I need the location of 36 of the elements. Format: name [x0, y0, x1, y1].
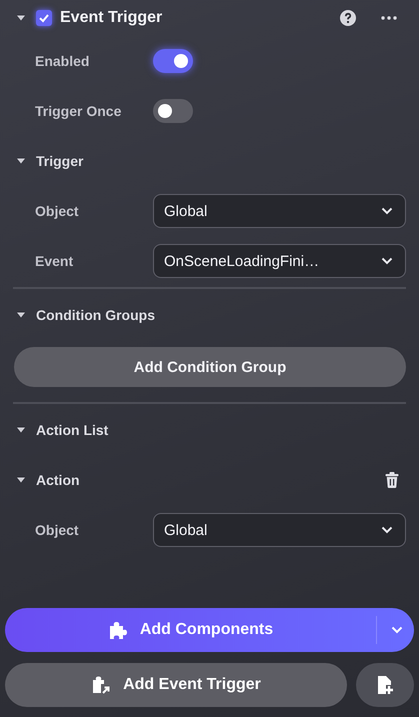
- field-label: Object: [35, 522, 80, 538]
- caret-icon[interactable]: [16, 427, 26, 433]
- component-title: Event Trigger: [60, 9, 162, 27]
- chevron-down-icon: [381, 526, 393, 534]
- caret-icon[interactable]: [16, 158, 26, 164]
- dropdown[interactable]: Global: [153, 513, 406, 547]
- caret-icon[interactable]: [16, 312, 26, 318]
- check-icon: [38, 12, 50, 24]
- puzzle-arrow-icon: [91, 675, 112, 695]
- section-title: Action: [36, 472, 80, 488]
- chevron-down-icon[interactable]: [391, 626, 403, 634]
- section-title: Action List: [36, 422, 108, 438]
- field-label: Object: [35, 203, 80, 219]
- field-label: Event: [35, 253, 74, 269]
- checkbox[interactable]: [36, 10, 52, 26]
- add-event-trigger-button[interactable]: Add Event Trigger: [5, 663, 347, 707]
- add-condition-group-button[interactable]: Add Condition Group: [14, 347, 406, 387]
- property-label: Trigger Once: [35, 103, 122, 119]
- dropdown[interactable]: OnSceneLoadingFini…: [153, 244, 406, 278]
- new-file-button[interactable]: [356, 663, 414, 707]
- puzzle-icon: [108, 620, 128, 640]
- toggle-switch[interactable]: [153, 49, 193, 73]
- chevron-down-icon: [381, 257, 393, 265]
- chevron-down-icon: [381, 207, 393, 215]
- section-title: Trigger: [36, 153, 84, 169]
- more-icon[interactable]: [381, 16, 397, 20]
- help-icon[interactable]: [340, 10, 356, 26]
- add-components-button[interactable]: Add Components: [5, 608, 414, 652]
- section-title: Condition Groups: [36, 307, 155, 323]
- toggle-switch[interactable]: [153, 99, 193, 123]
- trash-icon[interactable]: [385, 472, 399, 488]
- dropdown[interactable]: Global: [153, 194, 406, 228]
- property-label: Enabled: [35, 53, 90, 69]
- add-file-icon: [376, 675, 394, 695]
- caret-icon[interactable]: [16, 477, 26, 483]
- caret-icon[interactable]: [16, 15, 26, 21]
